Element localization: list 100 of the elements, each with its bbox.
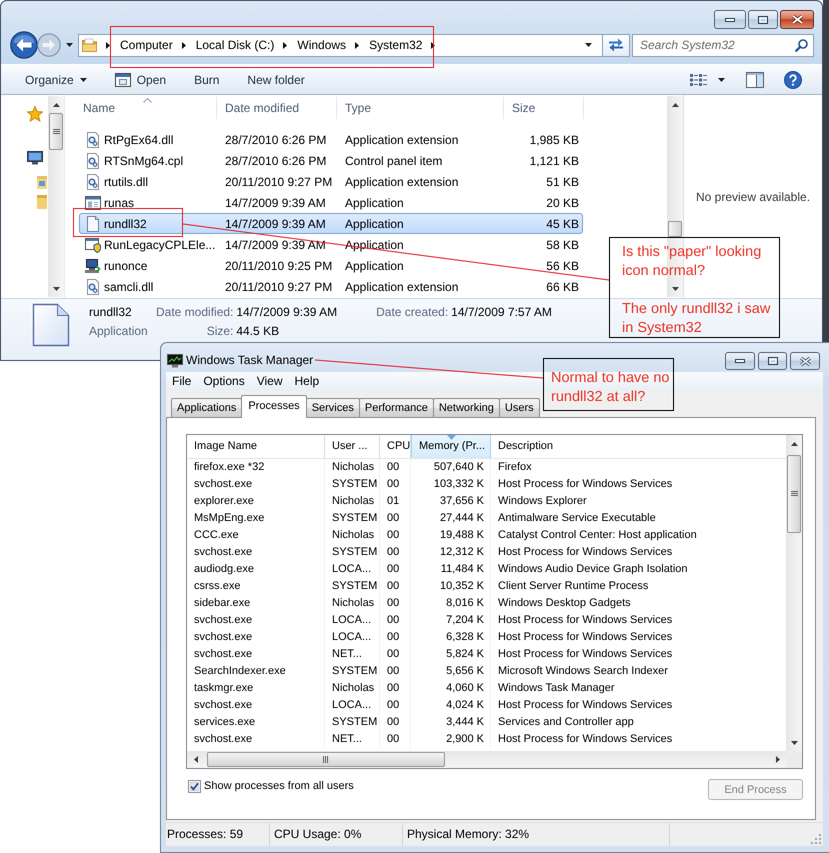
arrow-up-icon[interactable]: [672, 102, 678, 106]
page-icon: [85, 216, 101, 232]
file-name[interactable]: RunLegacyCPLEle...: [104, 238, 216, 252]
tab[interactable]: Performance: [358, 398, 434, 417]
maximize-button[interactable]: [748, 10, 778, 29]
arrow-down-icon[interactable]: [52, 286, 60, 290]
folder-icon[interactable]: [37, 174, 47, 189]
caret-right-icon[interactable]: [431, 42, 436, 48]
preview-message: No preview available.: [696, 190, 810, 204]
vertical-scrollbar[interactable]: [786, 435, 802, 751]
breadcrumb[interactable]: Windows: [297, 34, 346, 56]
column-header[interactable]: Memory (Pr...: [411, 435, 491, 458]
caret-right-icon[interactable]: [283, 42, 288, 48]
column-header[interactable]: Description: [491, 435, 786, 458]
breadcrumb[interactable]: Local Disk (C:): [196, 34, 274, 56]
field-label: Size:: [206, 323, 234, 340]
caret-right-icon[interactable]: [355, 42, 360, 48]
tab[interactable]: Networking: [432, 398, 500, 417]
table-cell: 7,204 K: [411, 612, 491, 629]
toolbar-button[interactable]: New folder: [238, 66, 314, 92]
arrow-up-icon[interactable]: [790, 442, 798, 446]
star-icon[interactable]: [27, 106, 43, 122]
search-icon[interactable]: [795, 38, 808, 52]
breadcrumb[interactable]: Computer: [120, 34, 173, 56]
close-icon: [800, 356, 810, 366]
table-cell-text: Windows Explorer: [497, 494, 588, 509]
table-cell: 00: [380, 697, 411, 714]
vertical-scrollbar[interactable]: [48, 96, 64, 297]
toolbar-button[interactable]: Organize: [16, 66, 96, 92]
menu-item[interactable]: Options: [197, 372, 251, 391]
tab[interactable]: Processes: [241, 395, 307, 418]
column-header[interactable]: Image Name: [187, 435, 325, 458]
preview-pane-icon[interactable]: [746, 72, 764, 88]
arrow-up-icon[interactable]: [52, 102, 60, 106]
caret-right-icon[interactable]: [182, 42, 186, 48]
column-header[interactable]: User ...: [325, 435, 380, 458]
file-name[interactable]: samcli.dll: [104, 280, 154, 294]
file-name[interactable]: RTSnMg64.cpl: [104, 154, 184, 168]
tab[interactable]: Services: [306, 398, 360, 417]
tab[interactable]: Applications: [171, 398, 242, 417]
minimize-button[interactable]: [725, 352, 755, 370]
arrow-left-icon[interactable]: [194, 756, 198, 763]
file-row[interactable]: rundll32 14/7/2009 9:39 AM Application 45 KB: [79, 213, 583, 234]
back-button[interactable]: [10, 31, 38, 59]
breadcrumb[interactable]: System32: [369, 34, 422, 56]
column-header[interactable]: Name: [77, 97, 217, 119]
folder-icon: [82, 38, 97, 52]
file-row[interactable]: runonce 20/11/2010 9:25 PM Application 56 KB: [79, 255, 583, 276]
monitor-icon[interactable]: [27, 151, 43, 165]
scrollbar-thumb[interactable]: [668, 221, 682, 237]
file-name[interactable]: RtPgEx64.dll: [104, 132, 174, 146]
caret-right-icon[interactable]: [106, 42, 110, 48]
search-field[interactable]: Search System32: [632, 34, 814, 56]
file-row[interactable]: runas 14/7/2009 9:39 AM Application 20 KB: [79, 192, 583, 213]
table-cell: SearchIndexer.exe: [187, 663, 325, 680]
file-row[interactable]: rtutils.dll 20/11/2010 9:27 PM Application extension 51 KB: [79, 171, 583, 192]
app-window-icon: [114, 72, 131, 88]
address-bar[interactable]: Computer Local Disk (C:) Windows System32: [78, 34, 603, 56]
file-row[interactable]: RTSnMg64.cpl 28/7/2010 6:26 PM Control panel item 1,121 KB: [79, 150, 583, 171]
toolbar-button[interactable]: Open: [106, 66, 176, 92]
arrow-right-icon[interactable]: [776, 756, 780, 763]
horizontal-scrollbar[interactable]: [187, 751, 786, 768]
arrow-down-icon[interactable]: [790, 740, 798, 744]
table-cell: 00: [380, 714, 411, 731]
file-row[interactable]: RtPgEx64.dll 28/7/2010 6:26 PM Application extension 1,985 KB: [79, 129, 583, 150]
caret-down-icon[interactable]: [66, 43, 73, 47]
column-header[interactable]: Size: [504, 97, 584, 119]
checkbox[interactable]: [188, 780, 201, 793]
resize-grip-icon[interactable]: [811, 834, 821, 844]
refresh-button[interactable]: [603, 34, 630, 56]
table-cell: 00: [380, 731, 411, 748]
scrollbar-thumb[interactable]: [49, 113, 63, 150]
column-header[interactable]: Type: [337, 97, 504, 119]
scrollbar-thumb[interactable]: [787, 455, 801, 533]
menu-item[interactable]: Help: [288, 372, 326, 391]
toolbar-button[interactable]: Burn: [185, 66, 228, 92]
file-row[interactable]: samcli.dll 20/11/2010 9:27 PM Application extension 66 KB: [79, 276, 583, 297]
arrow-down-icon[interactable]: [672, 286, 678, 290]
close-button[interactable]: [780, 10, 814, 29]
caret-down-icon[interactable]: [718, 78, 725, 82]
file-name[interactable]: runas: [104, 196, 134, 210]
maximize-button[interactable]: [758, 352, 787, 370]
menu-item[interactable]: File: [166, 372, 198, 391]
help-icon[interactable]: [784, 70, 802, 88]
column-header[interactable]: Date modified: [217, 97, 337, 119]
caret-down-icon[interactable]: [585, 43, 592, 47]
menu-item[interactable]: View: [250, 372, 288, 391]
close-button[interactable]: [790, 352, 820, 370]
scrollbar-thumb[interactable]: [207, 752, 445, 767]
file-row[interactable]: RunLegacyCPLEle... 14/7/2009 9:39 AM Application 58 KB: [79, 234, 583, 255]
tab[interactable]: Users: [498, 398, 540, 417]
table-cell: 6,328 K: [411, 629, 491, 646]
view-list-icon[interactable]: [690, 74, 707, 86]
file-name[interactable]: rtutils.dll: [104, 174, 148, 188]
file-name[interactable]: runonce: [104, 258, 148, 272]
table-cell: SYSTEM: [325, 510, 380, 527]
checkbox-label[interactable]: Show processes from all users: [204, 779, 354, 793]
minimize-button[interactable]: [714, 10, 746, 29]
table-cell: 8,016 K: [411, 595, 491, 612]
file-name[interactable]: rundll32: [104, 216, 147, 230]
